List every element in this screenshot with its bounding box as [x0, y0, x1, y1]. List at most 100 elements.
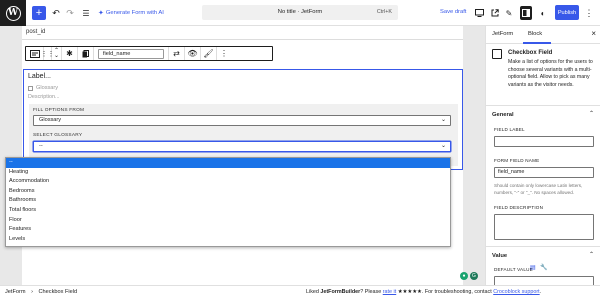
rate-prefix: Liked — [306, 289, 321, 295]
toolbar-field-name-input[interactable]: field_name — [98, 48, 164, 59]
breadcrumb: JetForm › Checkbox Field — [5, 289, 77, 295]
rate-mid: ? Please — [360, 289, 383, 295]
dropdown-option[interactable]: Bathrooms — [6, 196, 450, 206]
checkbox-option-preview: Glossary — [28, 85, 58, 91]
block-style-button[interactable]: ◐ — [537, 6, 549, 20]
brush-icon: 🖌 — [203, 49, 214, 58]
undo-icon: ↶ — [52, 7, 60, 18]
footer-rate-notice: Liked JetFormBuilder? Please rate it ★★★… — [306, 289, 541, 295]
chevron-down-icon: ⌄ — [440, 143, 446, 149]
rating-stars: ★★★★★ — [397, 289, 422, 295]
copy-icon — [82, 49, 89, 57]
dropdown-option[interactable]: Floor — [6, 216, 450, 226]
options-button[interactable]: ⋮ — [583, 6, 595, 20]
conditional-logic-button[interactable]: ⇄ — [169, 47, 185, 60]
dropdown-option[interactable]: Bedrooms — [6, 187, 450, 197]
jetform-settings-button[interactable]: ✎ — [504, 6, 514, 20]
tab-block[interactable]: Block — [528, 31, 542, 37]
generate-form-ai-button[interactable]: ✦ Generate Form with AI — [98, 9, 164, 17]
dropdown-option[interactable]: Levels — [6, 235, 450, 245]
rate-end: . — [539, 289, 542, 295]
checkbox-field-block[interactable]: Label... Glossary Description... FILL OP… — [23, 69, 463, 170]
plus-icon: + — [35, 7, 43, 19]
location-pin-icon[interactable]: ● — [460, 272, 468, 280]
preview-button[interactable] — [490, 6, 500, 20]
dropdown-option[interactable]: Heating — [6, 168, 450, 178]
wrench-icon[interactable]: 🔧 — [540, 264, 547, 271]
dropdown-option[interactable]: Total floors — [6, 206, 450, 216]
sidebar-tabs: JetForm Block × — [486, 26, 600, 44]
document-overview-button[interactable]: ☰ — [80, 6, 92, 20]
eye-icon: 👁 — [187, 49, 198, 58]
active-tab-indicator — [523, 42, 551, 44]
checkbox-block-icon — [29, 49, 40, 58]
move-buttons[interactable]: ⌃ ⌄ — [52, 47, 62, 60]
undo-button[interactable]: ↶ — [50, 6, 62, 20]
add-block-button[interactable]: + — [32, 6, 46, 20]
field-label-label: FIELD LABEL — [494, 127, 525, 132]
visibility-button[interactable]: 👁 — [185, 47, 201, 60]
wordpress-icon: W — [5, 5, 21, 21]
asterisk-icon: ✱ — [66, 49, 73, 58]
redo-icon: ↷ — [66, 7, 74, 18]
checkbox-block-icon — [492, 49, 502, 59]
tab-jetform[interactable]: JetForm — [492, 31, 513, 37]
dropdown-option[interactable]: Accommodation — [6, 177, 450, 187]
breadcrumb-separator: › — [31, 289, 33, 295]
breadcrumb-root[interactable]: JetForm — [5, 289, 26, 295]
checkbox-option-label: Glossary — [36, 85, 59, 91]
close-icon[interactable]: × — [591, 29, 596, 38]
list-view-icon: ☰ — [82, 8, 90, 18]
database-icon[interactable]: ▤ — [530, 264, 536, 271]
copy-name-button[interactable] — [78, 47, 94, 60]
block-card-title: Checkbox Field — [508, 50, 553, 56]
redo-button[interactable]: ↷ — [64, 6, 76, 20]
form-field-name-help: Should contain only lowercase Latin lett… — [494, 183, 583, 195]
dropdown-option[interactable]: -- — [6, 158, 450, 168]
general-panel-toggle[interactable]: General — [492, 112, 514, 118]
dropdown-option[interactable]: Features — [6, 225, 450, 235]
rate-it-link[interactable]: rate it — [383, 289, 396, 295]
field-label-text[interactable]: Label... — [28, 73, 51, 80]
chevron-up-icon[interactable]: ⌃ — [589, 251, 594, 258]
block-options-button[interactable]: ⋮ — [217, 47, 231, 60]
block-toolbar: ⋮⋮ ⌃ ⌄ ✱ field_name ⇄ 👁 🖌 ⋮ — [25, 46, 273, 61]
desktop-icon — [474, 9, 484, 17]
rate-brand: JetFormBuilder — [320, 289, 361, 295]
form-field-name-label: FORM FIELD NAME — [494, 158, 540, 163]
support-link[interactable]: Crocoblock support — [493, 289, 539, 295]
select-glossary-select[interactable]: -- ⌄ — [33, 141, 451, 152]
rate-suffix: . For troubleshooting, contact — [421, 289, 494, 295]
settings-toggle-button[interactable] — [520, 6, 532, 20]
value-panel-toggle[interactable]: Value — [492, 253, 507, 259]
wordpress-logo-button[interactable]: W — [0, 0, 26, 26]
chevron-up-icon[interactable]: ⌃ — [589, 110, 594, 117]
field-description-textarea[interactable] — [494, 214, 594, 240]
field-description-text[interactable]: Description... — [28, 94, 59, 100]
drag-handle[interactable]: ⋮⋮ — [41, 47, 55, 60]
breadcrumb-current[interactable]: Checkbox Field — [39, 289, 78, 295]
post-id-field[interactable]: post_id — [26, 29, 45, 35]
divider — [486, 105, 600, 106]
save-draft-button[interactable]: Save draft — [440, 9, 466, 15]
editor-header: W + ↶ ↷ ☰ ✦ Generate Form with AI No tit… — [0, 0, 600, 26]
view-button[interactable] — [474, 6, 484, 20]
field-label-input[interactable] — [494, 136, 594, 147]
settings-sidebar: JetForm Block × Checkbox Field Make a li… — [485, 26, 600, 287]
document-title: No title · JetForm — [277, 9, 323, 15]
required-toggle-button[interactable]: ✱ — [62, 47, 78, 60]
grammar-check-icon[interactable]: G — [470, 272, 478, 280]
fill-options-label: FILL OPTIONS FROM — [33, 108, 85, 113]
document-title-bar[interactable]: No title · JetForm Ctrl+K — [202, 5, 398, 20]
checkbox-square — [28, 85, 33, 91]
select-glossary-value: -- — [39, 143, 43, 149]
editor-footer: JetForm › Checkbox Field Liked JetFormBu… — [0, 285, 600, 297]
editor-canvas: post_id ⋮⋮ ⌃ ⌄ ✱ field_name ⇄ 👁 🖌 ⋮ Labe… — [0, 26, 485, 285]
external-link-icon — [491, 9, 499, 17]
form-field-name-input[interactable]: field_name — [494, 167, 594, 178]
publish-button[interactable]: Publish — [555, 5, 579, 20]
style-brush-button[interactable]: 🖌 — [201, 47, 217, 60]
fill-options-select[interactable]: Glossary ⌄ — [33, 115, 451, 126]
sidebar-icon — [522, 9, 530, 17]
sparkle-icon: ✦ — [98, 10, 104, 17]
